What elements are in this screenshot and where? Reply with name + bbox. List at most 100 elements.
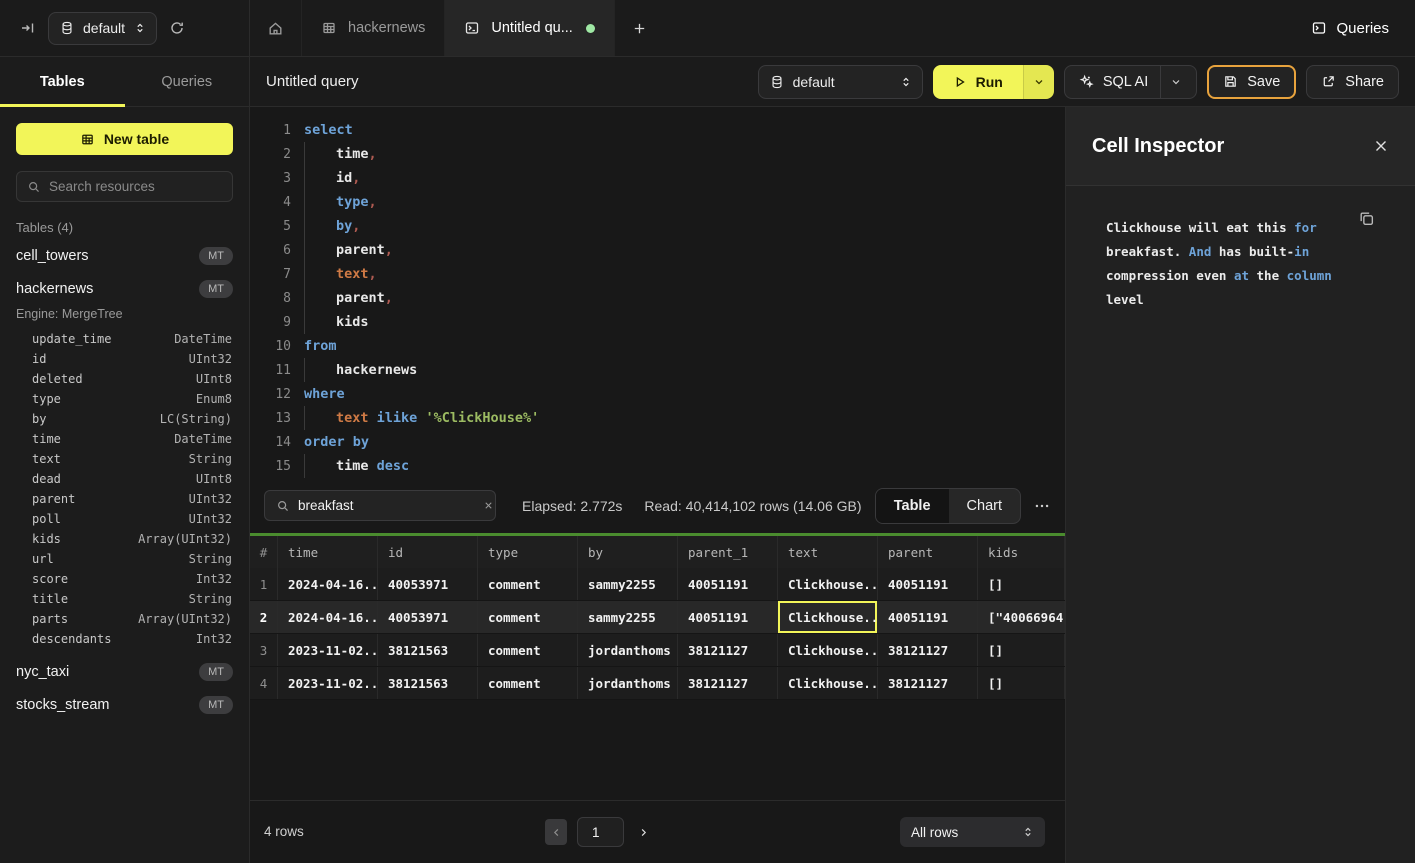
column-row[interactable]: parentUInt32 [0, 489, 249, 509]
table-cell[interactable]: 38121563 [378, 634, 478, 666]
code-line[interactable]: 2time, [263, 142, 1065, 166]
column-row[interactable]: byLC(String) [0, 409, 249, 429]
table-cell[interactable]: 40053971 [378, 568, 478, 600]
collapse-sidebar-icon[interactable] [20, 20, 36, 36]
table-cell[interactable]: [] [978, 667, 1065, 699]
column-header[interactable]: time [278, 536, 378, 568]
table-cell[interactable]: 40051191 [678, 568, 778, 600]
code-line[interactable]: 6parent, [263, 238, 1065, 262]
table-cell[interactable]: Clickhouse.. [778, 667, 878, 699]
table-cell[interactable]: 38121127 [678, 667, 778, 699]
sidebar-table-item[interactable]: nyc_taxiMT [0, 655, 249, 688]
code-line[interactable]: 14order by [263, 430, 1065, 454]
run-options-button[interactable] [1023, 65, 1054, 99]
tab-untitled-query[interactable]: Untitled qu... [445, 0, 614, 56]
column-row[interactable]: typeEnum8 [0, 389, 249, 409]
table-cell[interactable]: 2024-04-16.. [278, 568, 378, 600]
column-row[interactable]: partsArray(UInt32) [0, 609, 249, 629]
code-line[interactable]: 11hackernews [263, 358, 1065, 382]
table-cell[interactable]: 40051191 [678, 601, 778, 633]
column-row[interactable]: pollUInt32 [0, 509, 249, 529]
table-cell[interactable]: comment [478, 634, 578, 666]
code-line[interactable]: 13text ilike '%ClickHouse%' [263, 406, 1065, 430]
table-cell[interactable]: 38121563 [378, 667, 478, 699]
column-row[interactable]: textString [0, 449, 249, 469]
sql-editor[interactable]: 1select2time,3id,4type,5by,6parent,7text… [250, 107, 1065, 478]
code-line[interactable]: 4type, [263, 190, 1065, 214]
column-row[interactable]: update_timeDateTime [0, 329, 249, 349]
column-header[interactable]: parent_1 [678, 536, 778, 568]
column-header[interactable]: kids [978, 536, 1065, 568]
sidebar-table-item[interactable]: hackernewsMT [0, 272, 249, 305]
column-row[interactable]: deadUInt8 [0, 469, 249, 489]
view-toggle-table[interactable]: Table [876, 489, 949, 523]
table-cell[interactable]: Clickhouse.. [778, 568, 878, 600]
table-cell[interactable]: 38121127 [678, 634, 778, 666]
sql-ai-button[interactable]: SQL AI [1064, 65, 1197, 99]
page-size-selector[interactable]: All rows [900, 817, 1045, 847]
column-row[interactable]: timeDateTime [0, 429, 249, 449]
refresh-icon[interactable] [169, 20, 185, 36]
copy-icon[interactable] [1358, 210, 1375, 227]
sidebar-tab-tables[interactable]: Tables [0, 57, 125, 106]
search-resources-input[interactable] [49, 179, 226, 194]
column-row[interactable]: titleString [0, 589, 249, 609]
queries-button[interactable]: Queries [1311, 0, 1415, 56]
results-more-menu[interactable] [1033, 497, 1051, 515]
table-cell[interactable]: 2023-11-02.. [278, 667, 378, 699]
column-row[interactable]: deletedUInt8 [0, 369, 249, 389]
sidebar-table-item[interactable]: cell_towersMT [0, 239, 249, 272]
column-header[interactable]: text [778, 536, 878, 568]
table-cell[interactable]: 38121127 [878, 634, 978, 666]
clear-search-icon[interactable] [483, 500, 494, 511]
run-button[interactable]: Run [933, 65, 1023, 99]
table-cell[interactable]: [] [978, 634, 1065, 666]
table-cell[interactable]: Clickhouse.. [778, 601, 878, 633]
table-cell[interactable]: ["40066964.. [978, 601, 1065, 633]
query-database-selector[interactable]: default [758, 65, 923, 99]
table-cell[interactable]: comment [478, 667, 578, 699]
table-cell[interactable]: [] [978, 568, 1065, 600]
page-number-input[interactable] [577, 817, 624, 847]
table-cell[interactable]: jordanthoms [578, 667, 678, 699]
prev-page-button[interactable] [545, 819, 567, 845]
table-cell[interactable]: 40053971 [378, 601, 478, 633]
code-line[interactable]: 5by, [263, 214, 1065, 238]
code-line[interactable]: 8parent, [263, 286, 1065, 310]
share-button[interactable]: Share [1306, 65, 1399, 99]
results-filter-input[interactable] [298, 498, 475, 513]
table-cell[interactable]: comment [478, 568, 578, 600]
column-header[interactable]: by [578, 536, 678, 568]
tab-home[interactable] [250, 0, 302, 56]
table-cell[interactable]: Clickhouse.. [778, 634, 878, 666]
column-header[interactable]: type [478, 536, 578, 568]
sidebar-tab-queries[interactable]: Queries [125, 57, 250, 106]
table-cell[interactable]: 38121127 [878, 667, 978, 699]
table-cell[interactable]: sammy2255 [578, 568, 678, 600]
table-cell[interactable]: 2023-11-02.. [278, 634, 378, 666]
column-row[interactable]: urlString [0, 549, 249, 569]
column-header[interactable]: # [250, 536, 278, 568]
code-line[interactable]: 3id, [263, 166, 1065, 190]
code-line[interactable]: 12where [263, 382, 1065, 406]
sidebar-table-item[interactable]: stocks_streamMT [0, 688, 249, 721]
save-button[interactable]: Save [1207, 65, 1296, 99]
next-page-button[interactable] [634, 827, 653, 838]
table-cell[interactable]: sammy2255 [578, 601, 678, 633]
database-selector[interactable]: default [48, 12, 157, 45]
new-table-button[interactable]: New table [16, 123, 233, 155]
column-row[interactable]: scoreInt32 [0, 569, 249, 589]
sql-ai-options-button[interactable] [1160, 66, 1182, 98]
table-cell[interactable]: 2024-04-16.. [278, 601, 378, 633]
code-line[interactable]: 1select [263, 118, 1065, 142]
close-icon[interactable] [1373, 138, 1389, 154]
new-tab-button[interactable] [615, 0, 664, 56]
code-line[interactable]: 10from [263, 334, 1065, 358]
table-cell[interactable]: jordanthoms [578, 634, 678, 666]
view-toggle-chart[interactable]: Chart [949, 489, 1020, 523]
table-cell[interactable]: 40051191 [878, 601, 978, 633]
column-row[interactable]: idUInt32 [0, 349, 249, 369]
column-header[interactable]: id [378, 536, 478, 568]
column-row[interactable]: descendantsInt32 [0, 629, 249, 649]
column-row[interactable]: kidsArray(UInt32) [0, 529, 249, 549]
